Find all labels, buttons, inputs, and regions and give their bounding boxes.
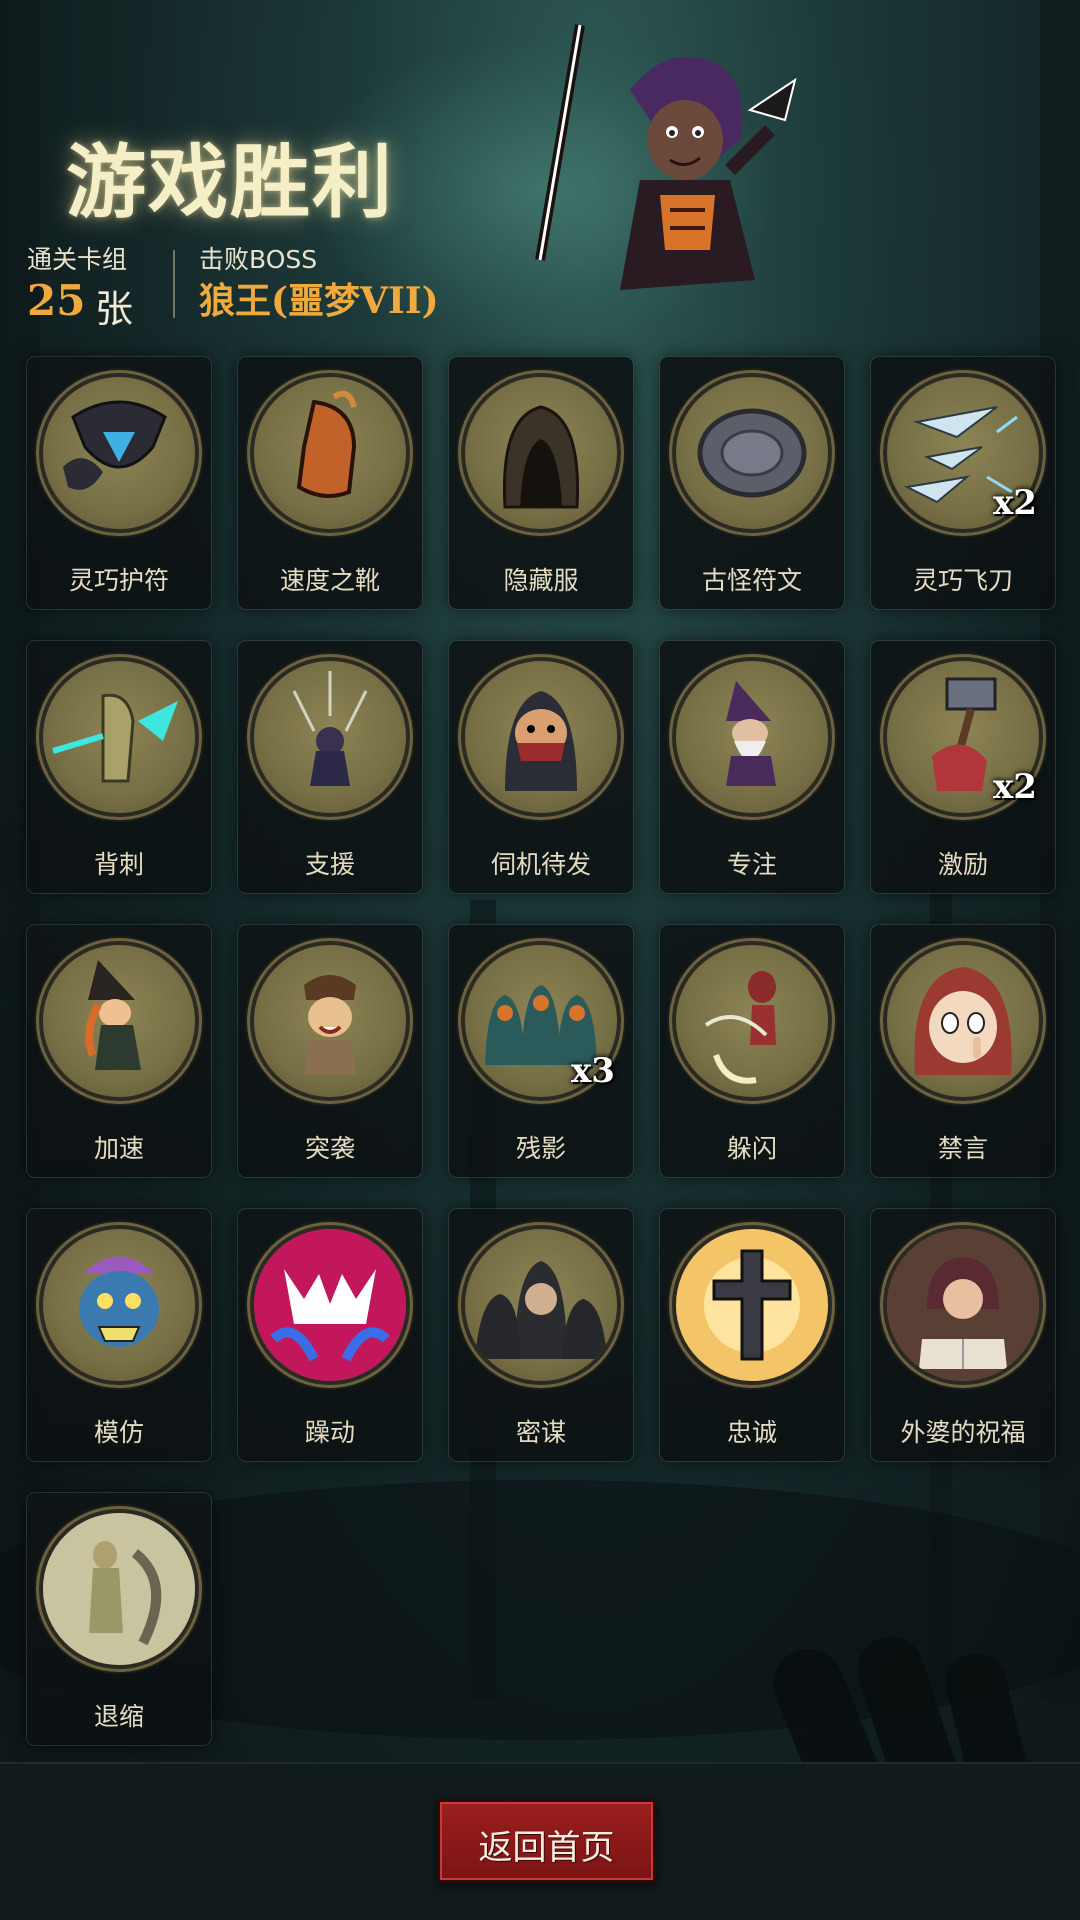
footer-bar: 返回首页 [0,1762,1080,1920]
mimic-icon [43,1229,195,1381]
card-name: 伺机待发 [490,850,591,879]
card-name: 隐藏服 [503,566,579,595]
card-name: 躁动 [304,1418,355,1447]
return-home-label: 返回首页 [478,1828,615,1868]
deck-card[interactable]: 背刺 [27,641,211,893]
deck-card[interactable]: 模仿 [27,1209,211,1461]
card-name: 退缩 [93,1702,144,1731]
rune-icon [676,377,828,529]
conspiracy-icon [465,1229,617,1381]
card-count-badge: x2 [993,767,1037,807]
deck-card[interactable]: 加速 [27,925,211,1177]
deck-card[interactable]: 躁动 [238,1209,422,1461]
card-count-badge: x3 [571,1051,615,1091]
deck-card-grid: 灵巧护符 速度之靴 隐藏服 古怪符文 x2 灵巧飞刀背刺 支援 伺机待发 专注 x2 激励加速 突袭 x… [0,0,1080,1760]
deck-card[interactable]: 灵巧护符 [27,357,211,609]
card-name: 密谋 [515,1418,566,1447]
card-name: 忠诚 [726,1418,777,1447]
witch-icon [43,945,195,1097]
dodge-icon [676,945,828,1097]
card-name: 速度之靴 [279,566,380,595]
grandma-icon [887,1229,1039,1381]
card-name: 灵巧护符 [68,566,169,595]
card-count-badge: x2 [993,483,1037,523]
deck-card[interactable]: 密谋 [449,1209,633,1461]
charm-icon [43,377,195,529]
card-name: 激励 [937,850,988,879]
deck-card[interactable]: x2 灵巧飞刀 [871,357,1055,609]
deck-card[interactable]: 退缩 [27,1493,211,1745]
card-name: 灵巧飞刀 [912,566,1013,595]
deck-card[interactable]: 忠诚 [660,1209,844,1461]
boot-icon [254,377,406,529]
cross-icon [676,1229,828,1381]
silence-icon [887,945,1039,1097]
raid-icon [254,945,406,1097]
hood-icon [465,377,617,529]
card-name: 古怪符文 [701,566,802,595]
deck-card[interactable]: x2 激励 [871,641,1055,893]
card-name: 背刺 [93,850,144,879]
support-icon [254,661,406,813]
card-name: 突袭 [304,1134,355,1163]
card-name: 禁言 [937,1134,988,1163]
deck-card[interactable]: 古怪符文 [660,357,844,609]
deck-card[interactable]: 外婆的祝福 [871,1209,1055,1461]
deck-card[interactable]: 隐藏服 [449,357,633,609]
wizard-icon [676,661,828,813]
deck-card[interactable]: 禁言 [871,925,1055,1177]
return-home-button[interactable]: 返回首页 [437,1799,656,1883]
deck-card[interactable]: 速度之靴 [238,357,422,609]
deck-card[interactable]: 躲闪 [660,925,844,1177]
card-name: 外婆的祝福 [900,1418,1026,1447]
deck-card[interactable]: 突袭 [238,925,422,1177]
card-name: 加速 [93,1134,144,1163]
card-name: 专注 [726,850,777,879]
card-name: 模仿 [93,1418,144,1447]
backstab-icon [43,661,195,813]
frenzy-icon [254,1229,406,1381]
deck-card[interactable]: 伺机待发 [449,641,633,893]
card-name: 支援 [304,850,355,879]
deck-card[interactable]: x3 残影 [449,925,633,1177]
card-name: 残影 [515,1134,566,1163]
deck-card[interactable]: 专注 [660,641,844,893]
assassin-icon [465,661,617,813]
card-name: 躲闪 [726,1134,777,1163]
deck-card[interactable]: 支援 [238,641,422,893]
retreat-icon [43,1513,195,1665]
